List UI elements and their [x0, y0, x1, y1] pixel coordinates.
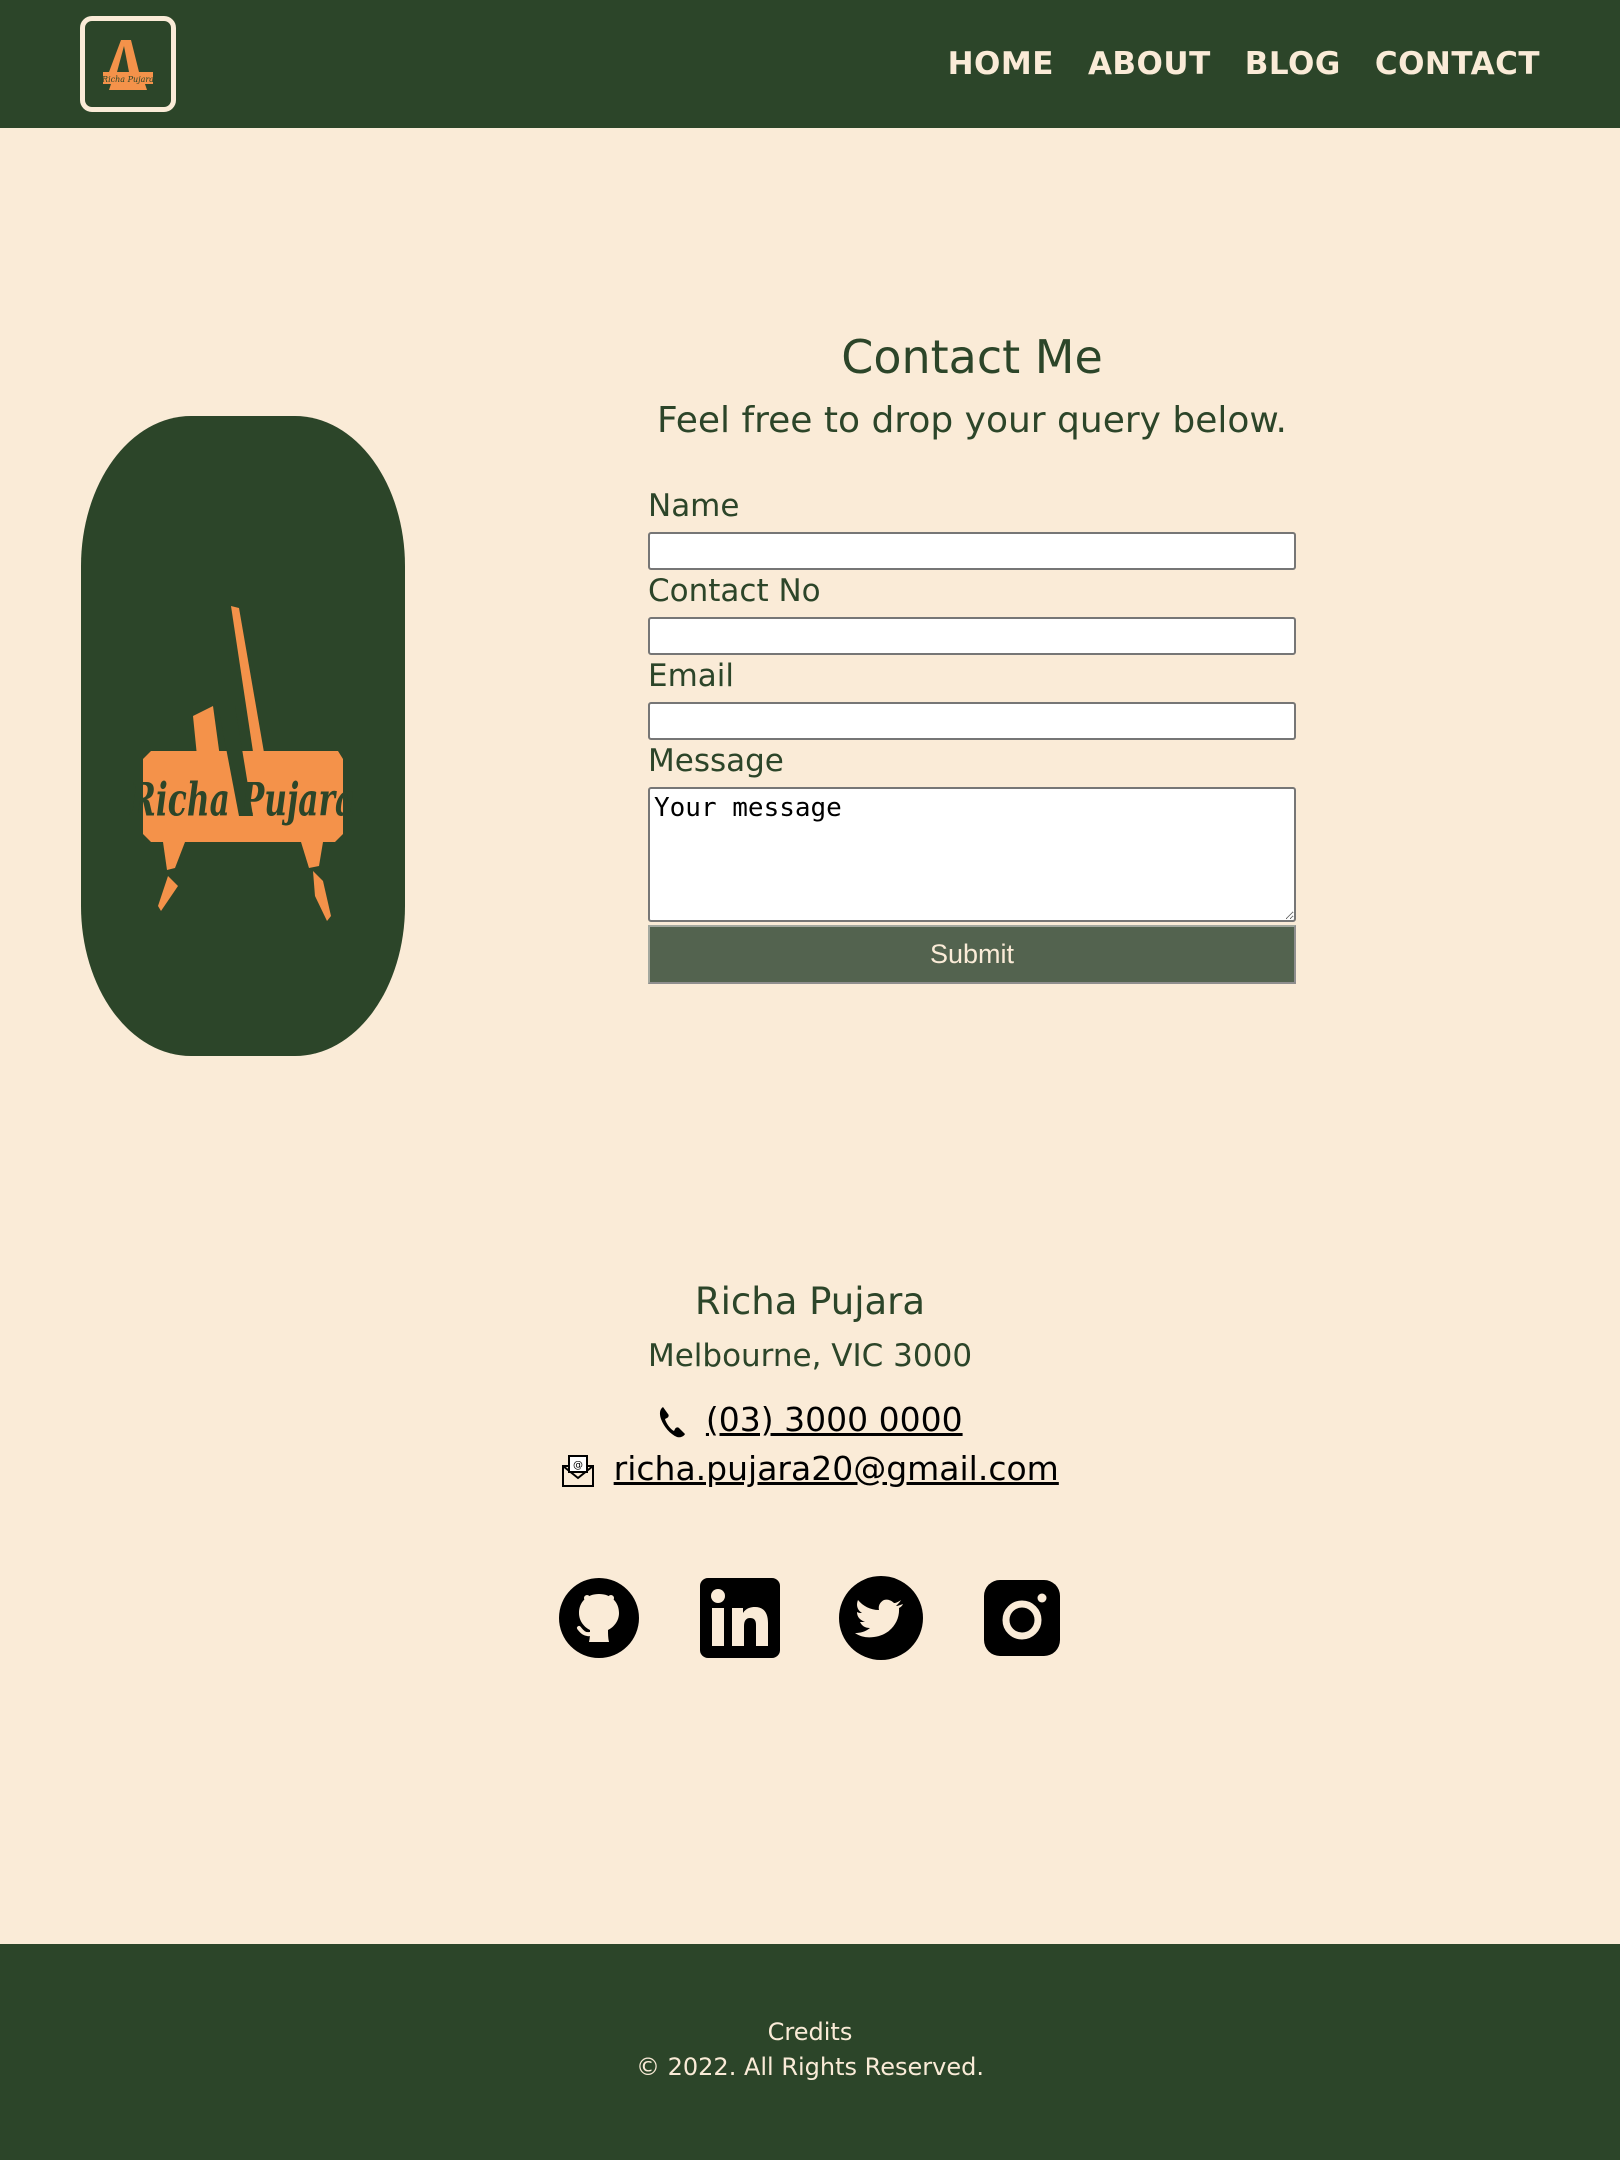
- footer-name: Richa Pujara: [694, 1280, 926, 1323]
- phone-icon: [660, 1406, 686, 1437]
- twitter-icon: [838, 1576, 923, 1660]
- nav-link-blog[interactable]: BLOG: [1245, 46, 1341, 82]
- github-link[interactable]: [557, 1576, 641, 1660]
- contact-subtitle: Feel free to drop your query below.: [656, 400, 1288, 441]
- linkedin-icon: [699, 1578, 780, 1658]
- email-link[interactable]: richa.pujara20@gmail.com: [614, 1449, 1059, 1488]
- message-label: Message: [648, 743, 784, 779]
- email-line: @ richa.pujara20@gmail.com: [0, 1449, 1620, 1488]
- submit-button[interactable]: Submit: [648, 925, 1296, 984]
- brand-logo-panel: Richa Pujara: [81, 416, 405, 1056]
- brand-logo-large-icon: Richa Pujara: [129, 606, 355, 921]
- nav-links: HOME ABOUT BLOG CONTACT: [948, 0, 1540, 128]
- social-links: [0, 1576, 1620, 1660]
- name-input[interactable]: [648, 532, 1296, 570]
- phone-link[interactable]: (03) 3000 0000: [706, 1400, 963, 1439]
- email-label: Email: [648, 658, 735, 694]
- site-footer: [0, 1944, 1620, 2160]
- copyright-text: © 2022. All Rights Reserved.: [635, 2053, 984, 2081]
- github-icon: [558, 1578, 639, 1658]
- navbar: Richa Pujara HOME ABOUT BLOG CONTACT: [0, 0, 1620, 128]
- brand-logo-large-text: Richa Pujara: [129, 774, 355, 828]
- contact-number-label: Contact No: [648, 573, 821, 609]
- instagram-link[interactable]: [980, 1576, 1064, 1660]
- envelope-icon: @: [562, 1454, 595, 1487]
- svg-text:@: @: [573, 1460, 583, 1471]
- nav-link-contact[interactable]: CONTACT: [1375, 46, 1540, 82]
- nav-link-home[interactable]: HOME: [948, 46, 1054, 82]
- contact-number-input[interactable]: [648, 617, 1296, 655]
- home-logo-link[interactable]: Richa Pujara: [80, 16, 176, 112]
- name-label: Name: [648, 488, 740, 524]
- linkedin-link[interactable]: [698, 1576, 782, 1660]
- message-textarea[interactable]: [648, 787, 1296, 922]
- brand-logo-icon: Richa Pujara: [101, 40, 154, 90]
- credits-link[interactable]: Credits: [0, 2018, 1620, 2046]
- email-input[interactable]: [648, 702, 1296, 740]
- instagram-icon: [983, 1580, 1060, 1656]
- contact-title: Contact Me: [841, 330, 1103, 384]
- phone-line: (03) 3000 0000: [0, 1400, 1620, 1439]
- brand-logo-text: Richa Pujara: [101, 75, 154, 84]
- footer-location: Melbourne, VIC 3000: [647, 1338, 973, 1374]
- nav-link-about[interactable]: ABOUT: [1088, 46, 1211, 82]
- twitter-link[interactable]: [838, 1576, 923, 1660]
